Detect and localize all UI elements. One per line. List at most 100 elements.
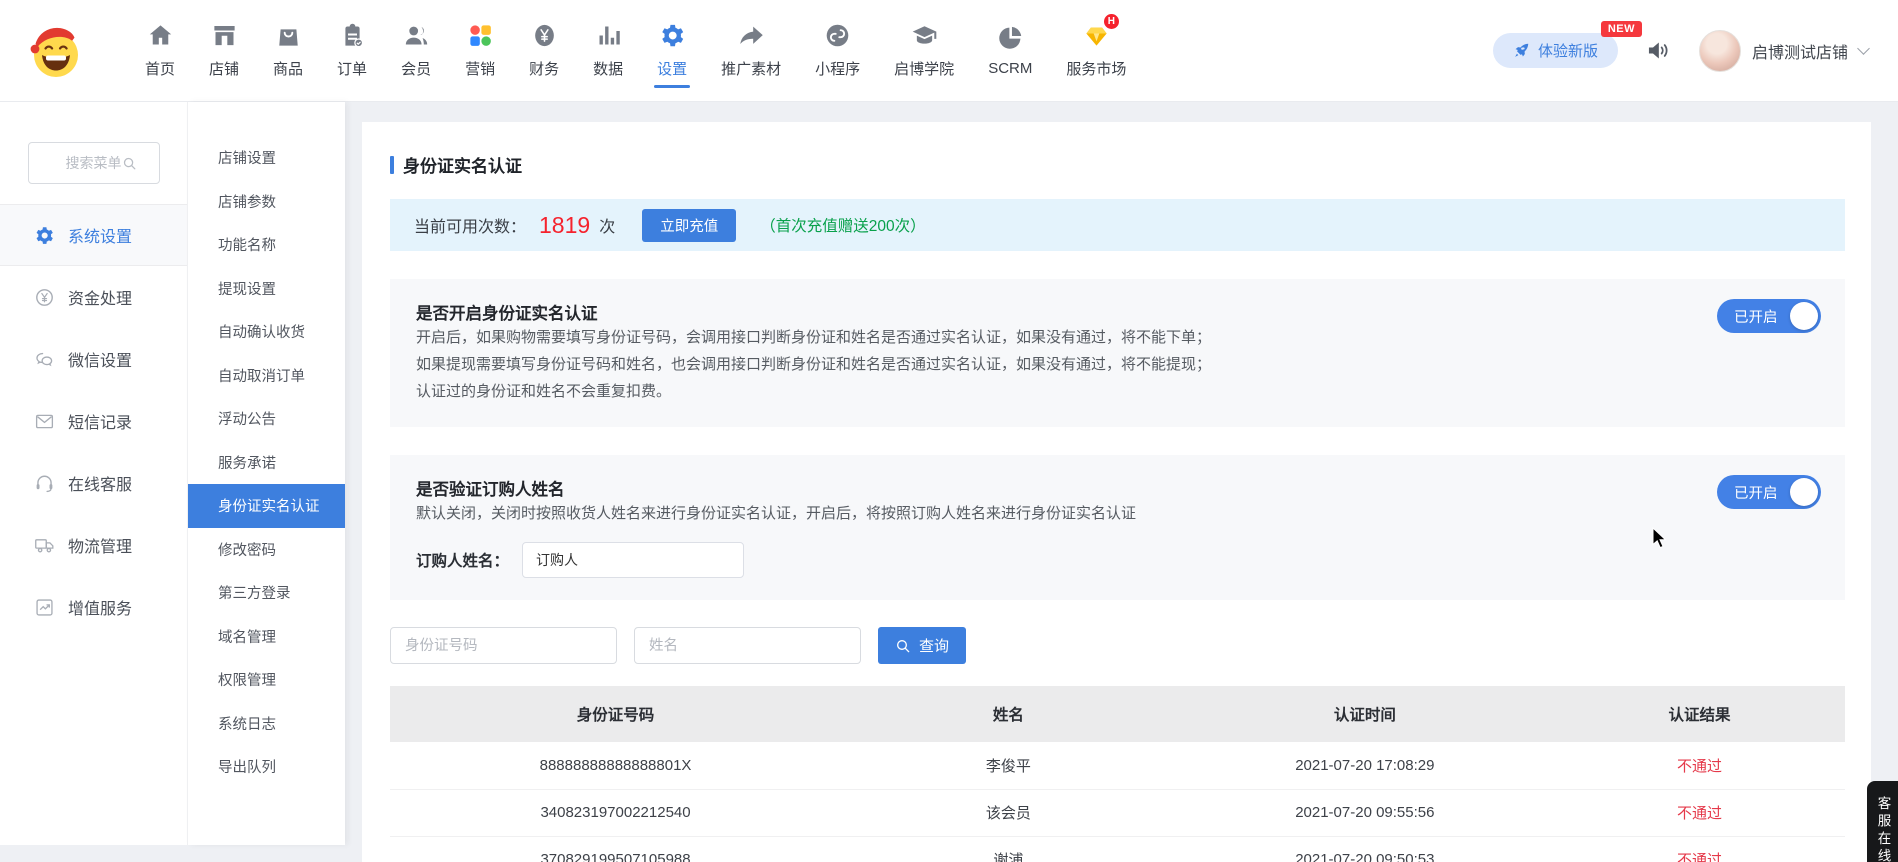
id-number-search-input[interactable] [390, 627, 617, 664]
nav-label: 商品 [273, 58, 303, 79]
submenu-item-permission-management[interactable]: 权限管理 [188, 658, 345, 702]
submenu-item-domain-management[interactable]: 域名管理 [188, 615, 345, 659]
quota-value: 1819 [539, 212, 590, 239]
quota-notice-bar: 当前可用次数： 1819 次 立即充值 （首次充值赠送200次） [390, 199, 1845, 251]
account-menu[interactable]: 启博测试店铺 [1699, 30, 1868, 72]
submenu-item-auto-cancel-order[interactable]: 自动取消订单 [188, 354, 345, 398]
submenu-item-system-log[interactable]: 系统日志 [188, 702, 345, 746]
menu-search-input[interactable] [29, 143, 159, 183]
nav-item-members[interactable]: 会员 [384, 0, 448, 101]
sidebar-item-online-service[interactable]: 在线客服 [0, 452, 187, 514]
submenu-item-service-promise[interactable]: 服务承诺 [188, 441, 345, 485]
nav-item-settings[interactable]: 设置 [640, 0, 704, 101]
section-title: 是否开启身份证实名认证 [416, 300, 1819, 324]
nav-item-home[interactable]: 首页 [128, 0, 192, 101]
col-header-result: 认证结果 [1554, 686, 1845, 742]
page-title: 身份证实名认证 [390, 152, 1845, 177]
sidebar-item-funds[interactable]: 资金处理 [0, 266, 187, 328]
sidebar-item-sms-records[interactable]: 短信记录 [0, 390, 187, 452]
submenu-item-auto-confirm-receipt[interactable]: 自动确认收货 [188, 310, 345, 354]
gear-icon [659, 22, 686, 49]
nav-item-data[interactable]: 数据 [576, 0, 640, 101]
section-desc-line: 开启后，如果购物需要填写身份证号码，会调用接口判断身份证和姓名是否通过实名认证，… [416, 324, 1819, 351]
sidebar-item-value-added[interactable]: 增值服务 [0, 576, 187, 638]
cell-id-number: 340823197002212540 [390, 789, 841, 836]
menu-search-box [28, 142, 160, 184]
bar-chart-icon [595, 22, 622, 49]
orderer-name-label: 订购人姓名： [416, 549, 509, 571]
cell-auth-time: 2021-07-20 17:08:29 [1176, 742, 1554, 789]
nav-item-promo-material[interactable]: 推广素材 [704, 0, 798, 101]
customer-service-badge[interactable]: 客服在线 [1867, 781, 1898, 862]
search-icon [895, 638, 911, 654]
gear-icon [34, 225, 55, 246]
nav-item-academy[interactable]: 启博学院 [877, 0, 971, 101]
cell-result: 不通过 [1554, 789, 1845, 836]
top-header: 首页 店铺 商品 订单 会员 营销 [0, 0, 1898, 102]
new-badge: NEW [1601, 21, 1642, 37]
submenu-item-floating-notice[interactable]: 浮动公告 [188, 397, 345, 441]
avatar [1699, 30, 1741, 72]
settings-submenu: 店铺设置 店铺参数 功能名称 提现设置 自动确认收货 自动取消订单 浮动公告 服… [188, 102, 345, 845]
submenu-item-change-password[interactable]: 修改密码 [188, 528, 345, 572]
quota-unit: 次 [599, 213, 615, 237]
nav-item-finance[interactable]: 财务 [512, 0, 576, 101]
submenu-item-export-queue[interactable]: 导出队列 [188, 745, 345, 789]
orderer-name-field-row: 订购人姓名： [416, 542, 1819, 578]
id-auth-toggle[interactable]: 已开启 [1717, 299, 1821, 333]
nav-item-shop[interactable]: 店铺 [192, 0, 256, 101]
col-header-id-number: 身份证号码 [390, 686, 841, 742]
try-new-version-button[interactable]: 体验新版 NEW [1493, 33, 1618, 68]
orderer-name-input[interactable] [522, 542, 744, 578]
nav-item-service-market[interactable]: H 服务市场 [1049, 0, 1143, 101]
nav-item-scrm[interactable]: SCRM [971, 0, 1049, 101]
marketing-icon [467, 22, 494, 49]
sidebar-item-label: 在线客服 [68, 471, 132, 495]
id-auth-section: 是否开启身份证实名认证 开启后，如果购物需要填写身份证号码，会调用接口判断身份证… [390, 279, 1845, 427]
orderer-name-toggle[interactable]: 已开启 [1717, 475, 1821, 509]
sidebar-item-system-settings[interactable]: 系统设置 [0, 204, 187, 266]
try-new-label: 体验新版 [1538, 40, 1598, 61]
sidebar-item-logistics[interactable]: 物流管理 [0, 514, 187, 576]
section-desc-line: 默认关闭，关闭时按照收货人姓名来进行身份证实名认证，开启后，将按照订购人姓名来进… [416, 500, 1819, 527]
title-accent-bar [390, 156, 394, 174]
cell-result: 不通过 [1554, 836, 1845, 862]
cell-auth-time: 2021-07-20 09:55:56 [1176, 789, 1554, 836]
orderer-name-section: 是否验证订购人姓名 默认关闭，关闭时按照收货人姓名来进行身份证实名认证，开启后，… [390, 455, 1845, 600]
submenu-item-id-verification[interactable]: 身份证实名认证 [188, 484, 345, 528]
yen-circle-icon [34, 287, 55, 308]
primary-sidebar: 系统设置 资金处理 微信设置 短信记录 在线客服 物流管理 [0, 102, 188, 845]
main-nav: 首页 店铺 商品 订单 会员 营销 [128, 0, 1143, 101]
name-search-input[interactable] [634, 627, 861, 664]
storefront-icon [211, 22, 238, 49]
nav-item-marketing[interactable]: 营销 [448, 0, 512, 101]
submenu-item-feature-names[interactable]: 功能名称 [188, 223, 345, 267]
nav-item-miniprogram[interactable]: 小程序 [798, 0, 877, 101]
submenu-item-shop-params[interactable]: 店铺参数 [188, 180, 345, 224]
rocket-icon [1513, 42, 1530, 59]
sidebar-item-label: 增值服务 [68, 595, 132, 619]
nav-item-goods[interactable]: 商品 [256, 0, 320, 101]
content-card: 身份证实名认证 当前可用次数： 1819 次 立即充值 （首次充值赠送200次）… [362, 122, 1871, 862]
header-right: 体验新版 NEW 启博测试店铺 [1493, 30, 1868, 72]
query-button[interactable]: 查询 [878, 627, 966, 664]
submenu-item-withdraw-settings[interactable]: 提现设置 [188, 267, 345, 311]
miniprogram-icon [824, 22, 851, 49]
section-desc-line: 认证过的身份证和姓名不会重复扣费。 [416, 378, 1819, 405]
cell-id-number: 88888888888888801X [390, 742, 841, 789]
auth-records-table: 身份证号码 姓名 认证时间 认证结果 88888888888888801X 李俊… [390, 686, 1845, 862]
nav-item-orders[interactable]: 订单 [320, 0, 384, 101]
cell-result: 不通过 [1554, 742, 1845, 789]
nav-label: 营销 [465, 58, 495, 79]
nav-label: 设置 [657, 58, 687, 79]
submenu-item-third-party-login[interactable]: 第三方登录 [188, 571, 345, 615]
table-header-row: 身份证号码 姓名 认证时间 认证结果 [390, 686, 1845, 742]
submenu-item-shop-settings[interactable]: 店铺设置 [188, 136, 345, 180]
recharge-button[interactable]: 立即充值 [642, 209, 736, 242]
cell-name: 该会员 [841, 789, 1176, 836]
sidebar-item-wechat-settings[interactable]: 微信设置 [0, 328, 187, 390]
admin-page: 首页 店铺 商品 订单 会员 营销 [0, 0, 1898, 862]
table-row: 340823197002212540 该会员 2021-07-20 09:55:… [390, 789, 1845, 836]
announcement-speaker-icon[interactable] [1645, 37, 1672, 64]
cell-id-number: 370829199507105988 [390, 836, 841, 862]
